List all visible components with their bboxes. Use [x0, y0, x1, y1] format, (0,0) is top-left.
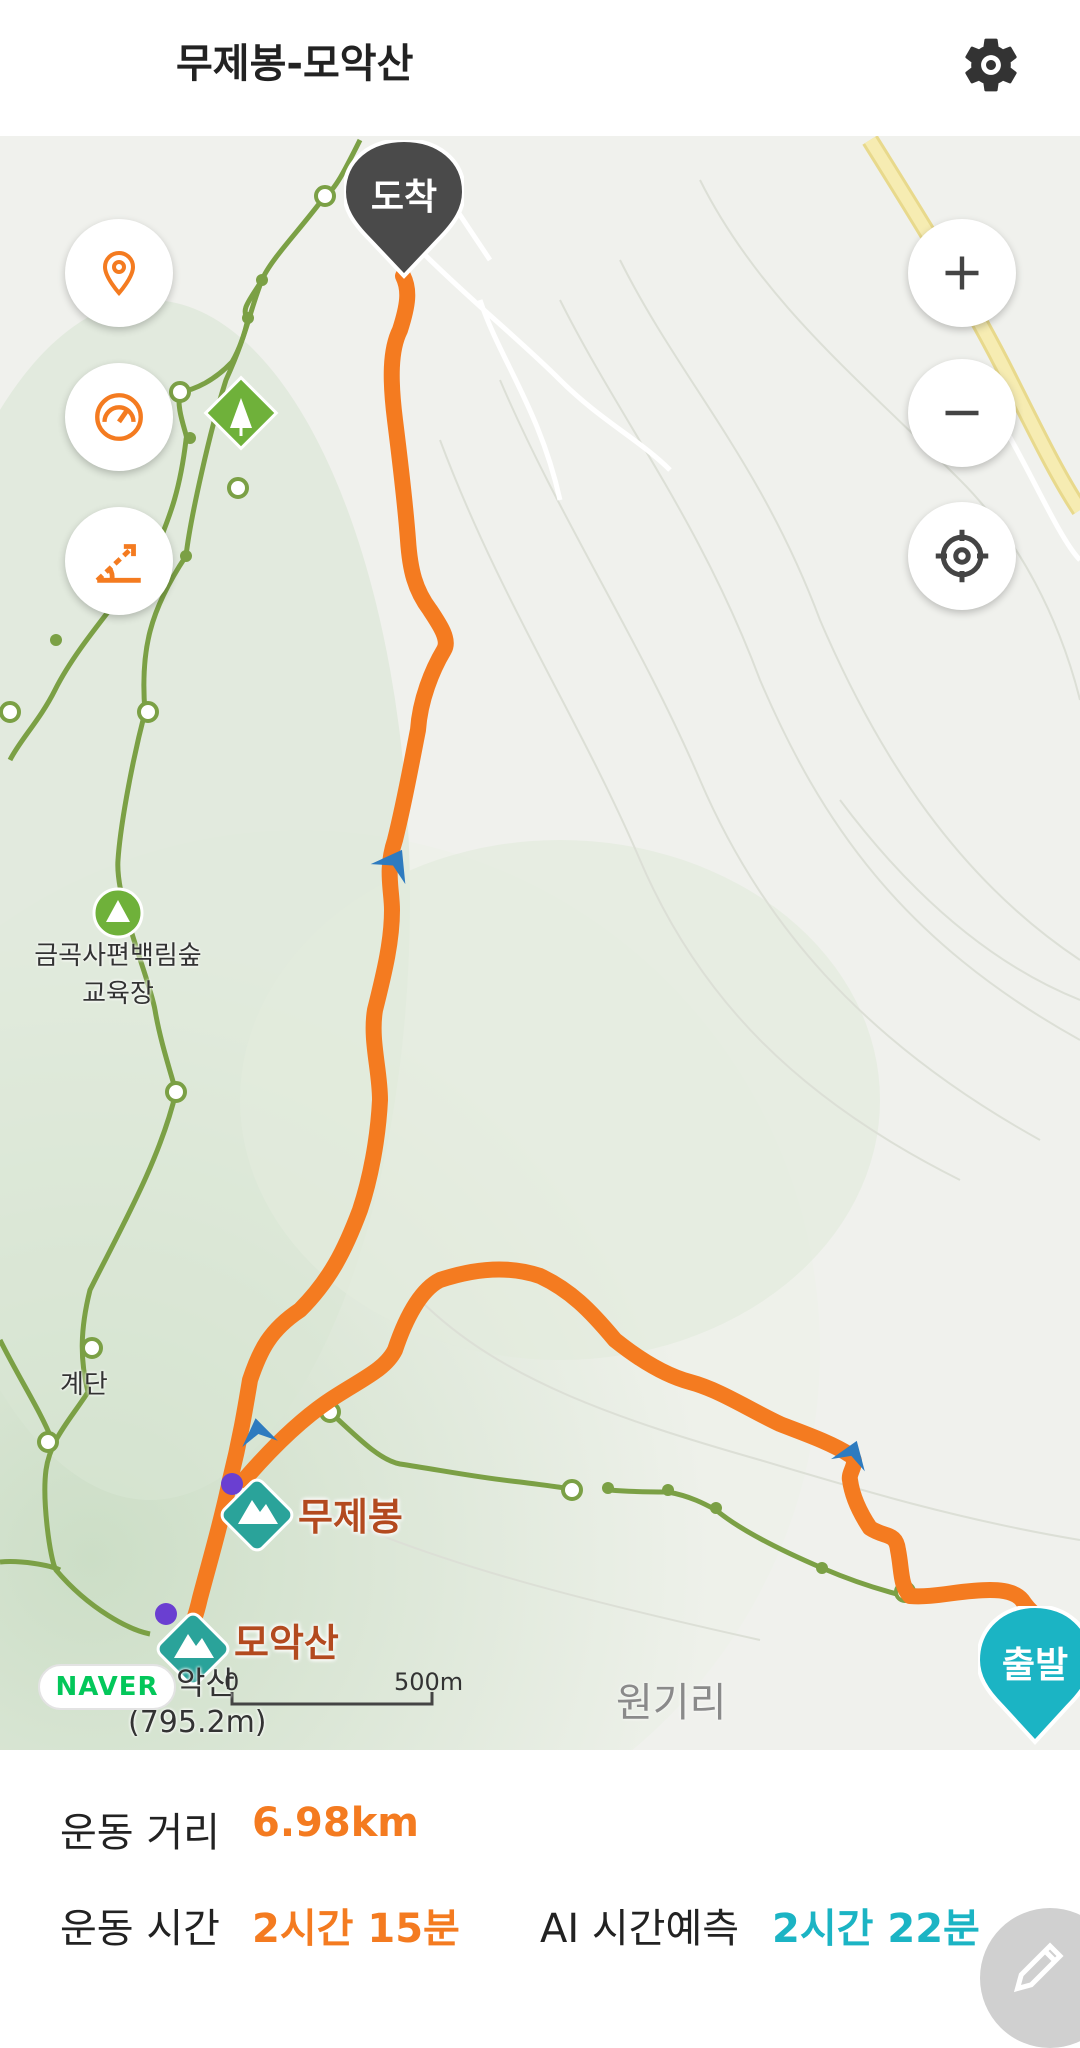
- page-title: 무제봉-모악산: [176, 41, 414, 87]
- start-label: 출발: [1001, 1645, 1069, 1686]
- back-button[interactable]: [60, 40, 140, 96]
- place-label-stairs: 계단: [60, 1370, 108, 1400]
- ai-prediction-label: AI 시간예측: [540, 1906, 740, 1952]
- start-marker[interactable]: 출발: [978, 1606, 1080, 1746]
- current-location-icon: [935, 529, 989, 583]
- zoom-out-icon: [945, 410, 979, 416]
- location-pin-icon: [102, 250, 136, 296]
- scale-distance: 500m: [394, 1668, 464, 1696]
- stats-panel: 운동 거리 6.98km 운동 시간 2시간 15분 AI 시간예측 2시간 2…: [0, 1750, 1080, 2007]
- pencil-icon: [1013, 1942, 1064, 1993]
- naver-logo: NAVER: [38, 1664, 176, 1710]
- speedometer-button[interactable]: [65, 363, 173, 471]
- gear-icon: [965, 38, 1017, 92]
- ai-prediction-value: 2시간 22분: [772, 1906, 980, 1952]
- location-button[interactable]: [65, 219, 173, 327]
- arrive-marker[interactable]: 도착: [344, 140, 464, 280]
- zoom-in-icon: [945, 256, 979, 290]
- distance-value: 6.98km: [252, 1800, 419, 1846]
- zoom-in-button[interactable]: [908, 219, 1016, 327]
- time-label: 운동 시간: [60, 1906, 220, 1952]
- distance-label: 운동 거리: [60, 1810, 220, 1856]
- speedometer-icon: [95, 393, 143, 441]
- slope-button[interactable]: [65, 507, 173, 615]
- zoom-out-button[interactable]: [908, 359, 1016, 467]
- scale-zero: 0: [224, 1668, 240, 1696]
- current-location-button[interactable]: [908, 502, 1016, 610]
- time-value: 2시간 15분: [252, 1906, 460, 1952]
- place-label-village: 원기리: [616, 1680, 727, 1726]
- arrive-label: 도착: [370, 177, 438, 218]
- slope-icon: [95, 544, 141, 583]
- map-view[interactable]: 도착 출발 무제봉 모악산 금곡사편백림숲 교육장 계단 원기리 악산 (795…: [0, 136, 1080, 1750]
- peak-label-moaksan: 모악산: [234, 1621, 339, 1665]
- peak-label-mujebong: 무제봉: [298, 1495, 403, 1539]
- settings-button[interactable]: [958, 32, 1024, 98]
- place-label-campsite: 금곡사편백림숲 교육장: [34, 941, 202, 1009]
- app-header: 무제봉-모악산: [0, 0, 1080, 136]
